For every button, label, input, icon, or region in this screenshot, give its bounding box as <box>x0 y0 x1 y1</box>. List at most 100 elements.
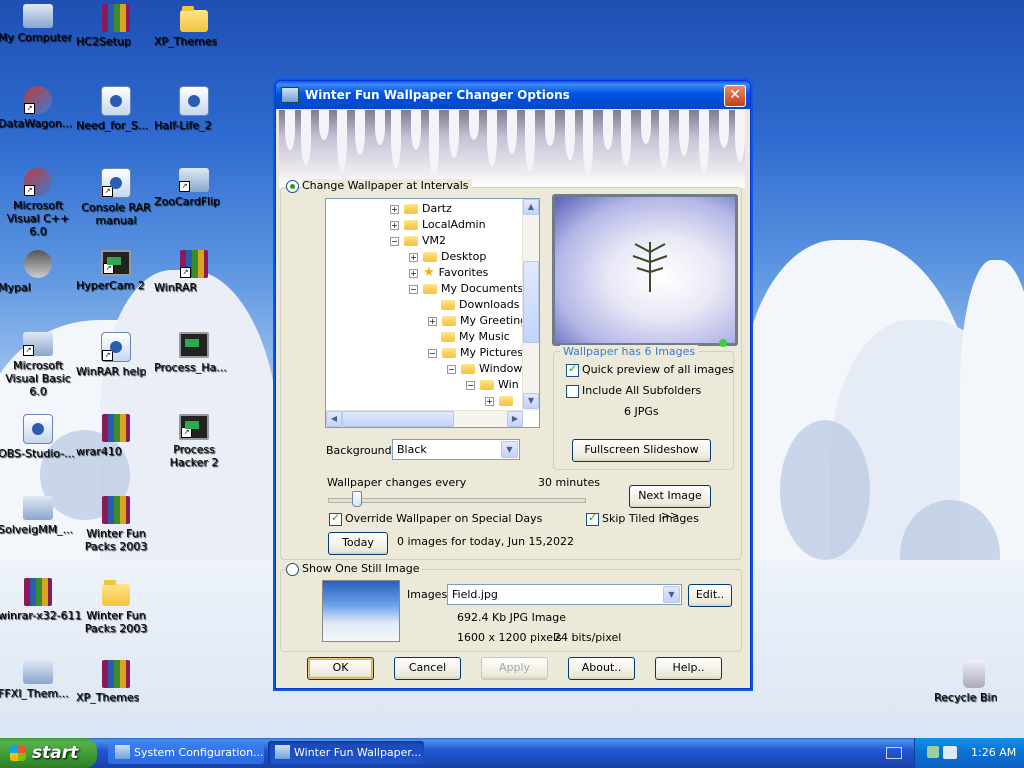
installer-icon <box>23 660 53 684</box>
tree-item-vm2[interactable]: − VM2 <box>390 233 446 249</box>
desktop-icon-ffxi-themes[interactable]: FFXI_Them... <box>0 660 78 700</box>
system-configuration-icon <box>115 745 130 759</box>
desktop-icon-obs-studio[interactable]: OBS-Studio-... <box>0 414 78 460</box>
desktop-icon-winrar-x32[interactable]: winrar-x32-611 <box>0 578 82 622</box>
scroll-right-button[interactable]: ▶ <box>507 411 523 427</box>
clock[interactable]: 1:26 AM <box>971 738 1016 768</box>
desktop-icon-winrar-help[interactable]: ↗ WinRAR help <box>76 332 156 378</box>
winter-fun-icon <box>275 745 290 759</box>
desktop-icon-process-hacker-2[interactable]: ↗ Process Hacker 2 <box>154 414 234 469</box>
background-select[interactable]: Black ▼ <box>392 439 520 460</box>
desktop-icon-wrar410[interactable]: wrar410 <box>76 414 156 458</box>
desktop-icon-winter-fun-packs-a[interactable]: Winter Fun Packs 2003 <box>76 496 156 553</box>
scroll-left-button[interactable]: ◀ <box>326 411 342 427</box>
desktop-icon-winrar[interactable]: ↗ WinRAR <box>154 250 234 294</box>
help-button[interactable]: Help.. <box>655 657 722 680</box>
tree-item-desktop[interactable]: + Desktop <box>409 249 486 265</box>
tree-item-subfolder[interactable]: + <box>485 393 517 409</box>
about-button[interactable]: About.. <box>568 657 635 680</box>
override-special-days-checkbox[interactable] <box>329 511 342 526</box>
keyboard-icon[interactable] <box>886 747 902 759</box>
scroll-up-button[interactable]: ▲ <box>523 199 539 215</box>
desktop-icon-my-computer[interactable]: My Computer <box>0 4 78 44</box>
tree-item-dartz[interactable]: + Dartz <box>390 201 452 217</box>
file-info: 692.4 Kb JPG Image <box>457 611 567 624</box>
override-special-days-label[interactable]: Override Wallpaper on Special Days <box>345 512 542 525</box>
desktop-icon-xp-themes[interactable]: XP_Themes <box>154 4 234 48</box>
chevron-right-icon: ▶ <box>511 414 519 423</box>
tree-item-downloads[interactable]: Downloads <box>441 297 519 313</box>
desktop-icon-need-for-speed[interactable]: Need_for_S... <box>76 86 156 132</box>
tray-app-icon[interactable] <box>943 746 957 759</box>
quick-preview-label[interactable]: Quick preview of all images <box>582 363 734 376</box>
taskbar-item-winter-fun-wallpaper[interactable]: Winter Fun Wallpaper... <box>268 741 424 764</box>
interval-radio[interactable] <box>286 180 299 193</box>
camera-icon: ↗ <box>101 250 131 276</box>
desktop-icon-xp-themes-2[interactable]: XP_Themes <box>76 660 156 704</box>
desktop-icon-half-life-2[interactable]: Half-Life_2 <box>154 86 234 132</box>
winrar-installer-icon <box>24 578 52 606</box>
tree-item-my-greetings[interactable]: + My Greetings <box>428 313 533 329</box>
tree-vertical-scrollbar[interactable]: ▲ ▼ <box>522 199 539 411</box>
chevron-down-icon: ▼ <box>527 396 535 405</box>
interval-slider-thumb[interactable] <box>352 491 362 507</box>
next-image-button[interactable]: Next Image >> <box>629 485 711 522</box>
cancel-button[interactable]: Cancel <box>394 657 461 680</box>
skip-tiled-label[interactable]: Skip Tiled Images <box>602 512 699 525</box>
desktop-icon-datawagon[interactable]: ↗ DataWagon... <box>0 86 78 130</box>
desktop-icon-hypercam[interactable]: ↗ HyperCam 2 <box>76 250 156 292</box>
shortcut-arrow-icon: ↗ <box>180 267 191 278</box>
image-file-select[interactable]: Field.jpg ▼ <box>447 584 682 605</box>
desktop-icon-visual-cpp[interactable]: ↗ Microsoft Visual C++ 6.0 <box>0 168 78 238</box>
ok-button[interactable]: OK <box>307 657 374 680</box>
fullscreen-slideshow-button[interactable]: Fullscreen Slideshow <box>572 439 711 462</box>
shortcut-arrow-icon: ↗ <box>103 263 114 274</box>
today-button[interactable]: Today <box>328 532 388 555</box>
chevron-up-icon: ▲ <box>527 202 535 211</box>
taskbar-item-system-configuration[interactable]: System Configuration... <box>108 741 264 764</box>
folder-tree[interactable]: + Dartz + LocalAdmin − VM2 + Desktop + ★ Favor… <box>325 198 540 428</box>
edit-button[interactable]: Edit.. <box>688 584 732 607</box>
tree-item-favorites[interactable]: + ★ Favorites <box>409 265 488 281</box>
desktop-icon-mypal[interactable]: Mypal <box>0 250 78 294</box>
tree-item-win[interactable]: − Win <box>466 377 519 393</box>
desktop-icon-visual-basic[interactable]: ↗ Microsoft Visual Basic 6.0 <box>0 332 78 398</box>
start-button[interactable]: start <box>0 738 97 768</box>
network-icon[interactable] <box>927 746 939 758</box>
desktop-icon-process-hacker-a[interactable]: Process_Ha... <box>154 332 234 374</box>
interval-slider-track[interactable] <box>328 498 586 503</box>
include-subfolders-label[interactable]: Include All Subfolders <box>582 384 701 397</box>
still-image-radio[interactable] <box>286 563 299 576</box>
still-image-radio-label[interactable]: Show One Still Image <box>302 562 423 575</box>
include-subfolders-checkbox[interactable] <box>566 385 579 398</box>
chevron-down-icon[interactable]: ▼ <box>663 586 680 603</box>
scroll-thumb[interactable] <box>523 261 539 343</box>
tree-horizontal-scrollbar[interactable]: ◀ ▶ <box>326 410 523 427</box>
tree-item-windows[interactable]: − Windows <box>447 361 528 377</box>
chevron-down-icon[interactable]: ▼ <box>501 441 518 458</box>
apply-button[interactable]: Apply <box>481 657 548 680</box>
wallpaper-preview[interactable] <box>552 194 738 347</box>
tree-item-my-documents[interactable]: − My Documents <box>409 281 523 297</box>
recycle-bin-icon <box>963 660 985 688</box>
interval-radio-label[interactable]: Change Wallpaper at Intervals <box>302 179 472 192</box>
folder-icon <box>480 380 494 390</box>
title-bar[interactable]: Winter Fun Wallpaper Changer Options ✕ <box>276 81 750 109</box>
desktop-icon-winter-fun-packs-b[interactable]: Winter Fun Packs 2003 <box>76 578 156 635</box>
shortcut-arrow-icon: ↗ <box>181 427 192 438</box>
tree-item-my-music[interactable]: My Music <box>441 329 510 345</box>
folder-icon <box>404 236 418 246</box>
skip-tiled-checkbox[interactable] <box>586 511 599 526</box>
desktop-icon-hc2setup[interactable]: HC2Setup <box>76 4 156 48</box>
tree-item-localadmin[interactable]: + LocalAdmin <box>390 217 486 233</box>
scroll-h-thumb[interactable] <box>342 411 454 427</box>
quick-preview-checkbox[interactable] <box>566 362 579 377</box>
desktop-icon-console-rar[interactable]: ↗ Console RAR manual <box>76 168 156 227</box>
close-button[interactable]: ✕ <box>724 85 746 107</box>
scroll-down-button[interactable]: ▼ <box>523 393 539 409</box>
desktop-icon-zoocardflip[interactable]: ↗ ZooCardFlip <box>154 168 234 208</box>
desktop-icon-recycle-bin[interactable]: Recycle Bin <box>934 660 1014 704</box>
close-icon: ✕ <box>729 87 741 103</box>
desktop-icon-solveigmm[interactable]: SolveigMM_... <box>0 496 78 536</box>
tree-item-my-pictures[interactable]: − My Pictures <box>428 345 523 361</box>
